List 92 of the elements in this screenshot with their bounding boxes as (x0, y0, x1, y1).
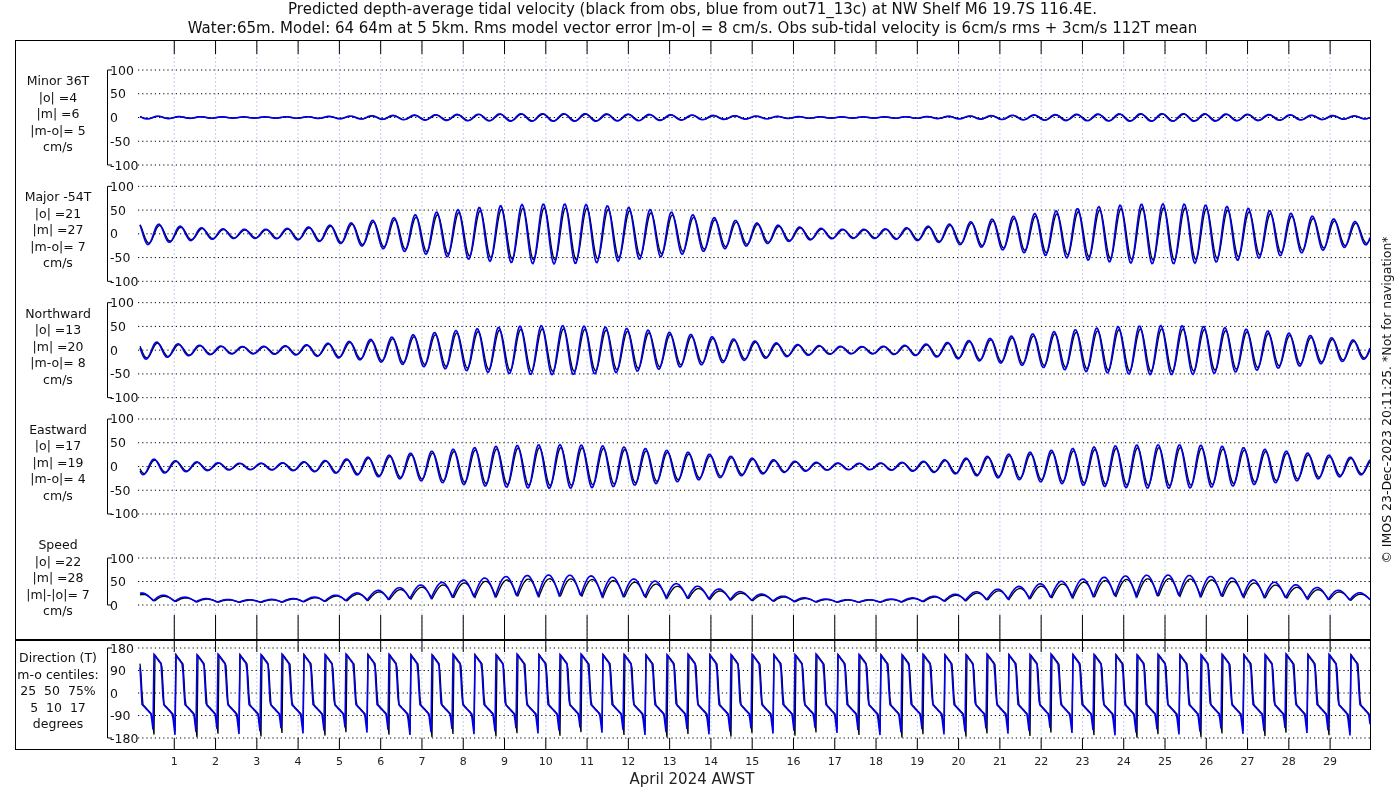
panel-label: |o| =13 (34, 322, 82, 338)
panel-label: |m-o|= 5 (30, 122, 86, 138)
x-tick-label: 26 (1199, 755, 1214, 768)
panel-label: cm/s (43, 255, 73, 271)
y-tick-label: 0 (110, 226, 118, 242)
y-tick-label: 50 (110, 318, 126, 334)
y-tick-label: 180 (110, 640, 134, 656)
x-tick-label: 18 (869, 755, 884, 768)
panel-label: |o| =17 (34, 438, 82, 454)
x-tick-label: 2 (212, 755, 220, 768)
y-tick-label: 100 (110, 178, 134, 194)
x-tick-label: 20 (951, 755, 966, 768)
x-tick-label: 22 (1034, 755, 1049, 768)
x-tick-label: 13 (662, 755, 677, 768)
x-tick-label: 16 (786, 755, 801, 768)
y-tick-label: 0 (110, 342, 118, 358)
x-tick-label: 10 (538, 755, 553, 768)
x-tick-label: 9 (501, 755, 508, 768)
panel-label: |m| =27 (32, 222, 84, 238)
x-tick-label: 25 (1158, 755, 1172, 768)
y-tick-label: 90 (110, 663, 126, 678)
y-tick-label: -50 (110, 366, 131, 382)
x-tick-label: 17 (827, 755, 842, 768)
x-tick-label: 24 (1116, 755, 1131, 768)
x-tick-label: 7 (418, 755, 426, 768)
y-tick-label: -90 (110, 708, 131, 723)
panel-label: cm/s (43, 371, 73, 387)
panel-label: |m|-|o|= 7 (26, 586, 90, 602)
x-tick-label: 19 (910, 755, 925, 768)
panel-label: Direction (T) (19, 650, 97, 665)
x-tick-label: 12 (621, 755, 636, 768)
panel-label: cm/s (43, 488, 73, 503)
y-tick-label: 50 (110, 86, 126, 102)
panel-label: |m-o|= 8 (30, 355, 86, 371)
panel-label: |m| =19 (32, 455, 84, 470)
x-tick-label: 14 (703, 755, 718, 768)
panel-label: m-o centiles: (17, 666, 99, 682)
y-tick-label: -100 (110, 506, 139, 522)
x-tick-label: 11 (580, 755, 595, 768)
panel-label: cm/s (43, 139, 73, 154)
panel-label: degrees (32, 716, 84, 731)
panel-label: |m| =6 (36, 106, 80, 121)
x-tick-label: 29 (1323, 755, 1338, 768)
panel-label: Northward (25, 305, 91, 321)
x-tick-label: 27 (1240, 755, 1255, 768)
chart-title: Predicted depth-average tidal velocity (black from obs, blue from out71_13c) at NW Shelf M6 19.7S 116.4E. (288, 0, 1097, 19)
panel-label: |m-o|= 7 (30, 238, 86, 254)
panel-label: cm/s (43, 603, 73, 618)
panel-label: Speed (38, 537, 78, 552)
panel-label: Minor 36T (26, 73, 90, 88)
panel-label: |o| =4 (38, 89, 78, 105)
panel-label: 25 50 75% (20, 683, 96, 698)
y-axis (107, 557, 113, 606)
y-tick-label: 50 (110, 435, 126, 451)
y-tick-label: 100 (110, 295, 134, 311)
panel-label: Eastward (29, 422, 87, 437)
y-tick-label: 50 (110, 574, 126, 589)
y-tick-label: 0 (110, 459, 118, 474)
x-tick-label: 23 (1075, 755, 1090, 768)
x-tick-label: 28 (1281, 755, 1296, 768)
panel-label: |m| =20 (32, 338, 84, 354)
panel-label: Major -54T (24, 189, 92, 205)
y-tick-label: -100 (110, 157, 139, 173)
y-tick-label: 100 (110, 62, 134, 78)
panel-label: |m| =28 (32, 570, 84, 585)
x-tick-label: 3 (253, 755, 261, 768)
x-tick-label: 8 (459, 755, 467, 768)
panel-label: |o| =21 (34, 205, 82, 221)
y-tick-label: -100 (110, 273, 139, 289)
x-tick-label: 5 (335, 755, 343, 768)
x-tick-label: 4 (294, 755, 302, 768)
y-tick-label: 0 (110, 685, 118, 701)
copyright-note: © IMOS 23-Dec-2023 20:11:25. *Not for navigation* (1379, 236, 1394, 564)
x-tick-label: 6 (377, 755, 385, 768)
y-tick-label: 100 (110, 411, 134, 427)
y-tick-label: -180 (110, 730, 139, 746)
y-tick-label: 50 (110, 202, 126, 218)
y-tick-label: 100 (110, 550, 134, 566)
y-tick-label: 0 (110, 110, 118, 125)
panel-label: |o| =22 (34, 553, 82, 569)
chart-subtitle: Water:65m. Model: 64 64m at 5 5km. Rms model vector error |m-o| = 8 cm/s. Obs sub-tidal velocity is 6cm/s rms + 3cm/s 112T mean (187, 19, 1198, 38)
y-tick-label: -50 (110, 133, 131, 149)
y-tick-label: -50 (110, 250, 131, 266)
y-tick-label: -100 (110, 390, 139, 406)
x-tick-label: 1 (170, 755, 178, 768)
y-tick-label: -50 (110, 482, 131, 498)
y-tick-label: 0 (110, 597, 118, 613)
x-tick-label: 15 (745, 755, 760, 768)
x-axis-label: April 2024 AWST (629, 770, 755, 788)
x-tick-label: 21 (992, 755, 1007, 768)
panel-label: |m-o|= 4 (30, 471, 86, 487)
panel-label: 5 10 17 (30, 699, 86, 715)
